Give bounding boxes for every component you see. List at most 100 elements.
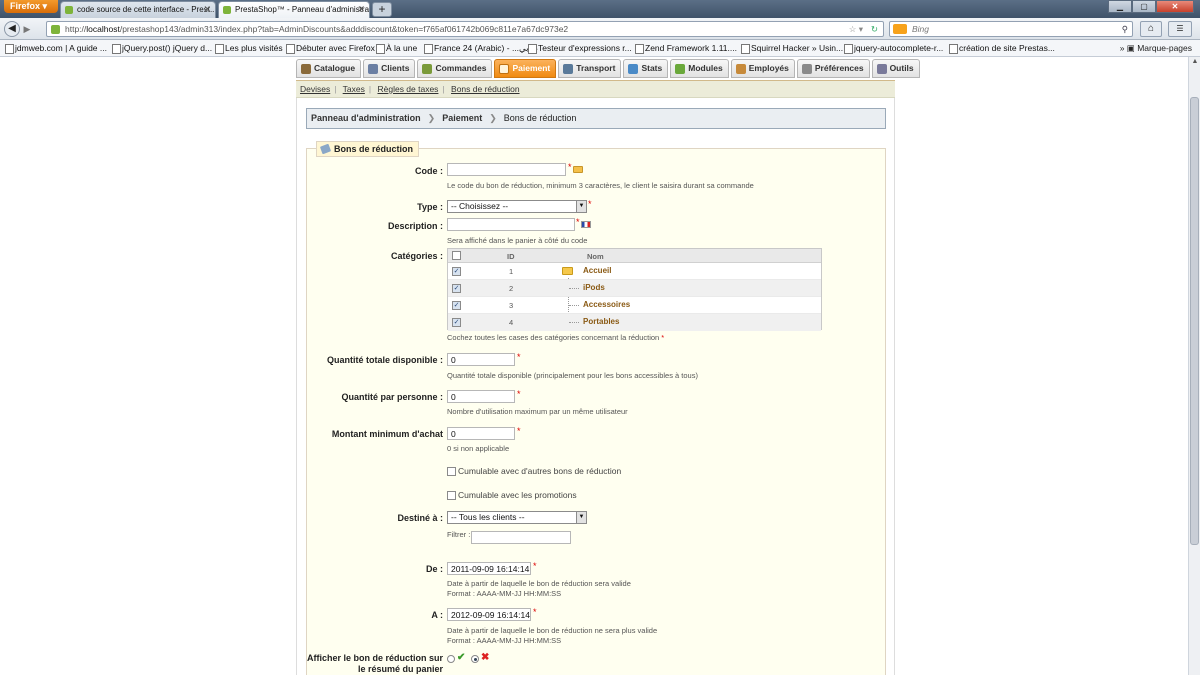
tab-transport[interactable]: Transport	[558, 59, 622, 78]
show-in-cart-yes-radio[interactable]	[447, 655, 455, 663]
quantity-total-input[interactable]	[447, 353, 515, 366]
show-in-cart-no-radio[interactable]	[471, 655, 479, 663]
tab-favicon-icon	[223, 6, 231, 14]
bookmark-item[interactable]: Zend Framework 1.11....	[634, 40, 737, 56]
category-checkbox[interactable]: ✓	[452, 318, 461, 327]
category-checkbox[interactable]: ✓	[452, 284, 461, 293]
code-input[interactable]	[447, 163, 566, 176]
url-bar[interactable]: http://localhost/prestashop143/admin313/…	[46, 21, 884, 37]
back-arrow-icon[interactable]: ◀	[4, 21, 20, 37]
category-name[interactable]: iPods	[583, 283, 605, 292]
subnav-bons-reduction[interactable]: Bons de réduction	[451, 84, 520, 94]
code-label: Code :	[415, 166, 443, 176]
maximize-icon[interactable]: ▢	[1132, 0, 1156, 13]
category-name[interactable]: Accessoires	[583, 300, 630, 309]
bookmark-item[interactable]: Testeur d'expressions r...	[527, 40, 632, 56]
language-flag-icon[interactable]	[581, 221, 591, 228]
bookmark-item[interactable]: création de site Prestas...	[948, 40, 1055, 56]
tab-catalogue[interactable]: Catalogue	[296, 59, 362, 78]
browser-tab-1[interactable]: code source de cette interface - Prest..…	[60, 1, 216, 18]
scroll-up-icon[interactable]: ▲	[1190, 58, 1200, 68]
reload-icon[interactable]: ↻	[871, 22, 878, 36]
bookmark-item[interactable]: jquery-autocomplete-r...	[843, 40, 943, 56]
tab-employes[interactable]: Employés	[730, 59, 795, 78]
minimize-icon[interactable]: ▁	[1108, 0, 1132, 13]
description-input[interactable]	[447, 218, 575, 231]
tab-outils[interactable]: Outils	[871, 59, 920, 78]
browser-tab-2[interactable]: PrestaShop™ - Panneau d'administra... ✕	[218, 1, 370, 18]
customer-select[interactable]: -- Tous les clients -- ▼	[447, 511, 587, 524]
customer-filter-input[interactable]	[471, 531, 571, 544]
tab-clients[interactable]: Clients	[363, 59, 416, 78]
generate-code-icon[interactable]	[573, 166, 583, 173]
category-checkbox[interactable]: ✓	[452, 267, 461, 276]
tab-modules[interactable]: Modules	[670, 59, 729, 78]
quantity-per-user-input[interactable]	[447, 390, 515, 403]
check-icon: ✔	[457, 652, 466, 663]
tab-preferences[interactable]: Préférences	[796, 59, 870, 78]
bookmark-item[interactable]: Squirrel Hacker » Usin...	[740, 40, 843, 56]
category-name[interactable]: Accueil	[583, 266, 611, 275]
subnav-taxes[interactable]: Taxes	[343, 84, 365, 94]
new-tab-button[interactable]: +	[372, 2, 392, 17]
type-select[interactable]: -- Choisissez -- ▼	[447, 200, 587, 213]
date-to-label: A :	[431, 610, 443, 620]
breadcrumb-root[interactable]: Panneau d'administration	[311, 113, 421, 123]
url-prefix: http://	[65, 24, 87, 34]
type-label: Type :	[417, 202, 443, 212]
bookmark-item[interactable]: À la une	[375, 40, 417, 56]
bookmark-item[interactable]: Débuter avec Firefox	[285, 40, 375, 56]
required-marker: *	[517, 352, 521, 362]
cumulable-promotions-label[interactable]: Cumulable avec les promotions	[458, 490, 577, 500]
subnav-devises[interactable]: Devises	[300, 84, 330, 94]
bookmark-item[interactable]: France 24 (Arabic) - ...عربي	[423, 40, 538, 56]
employees-icon	[735, 63, 746, 74]
search-engine-icon[interactable]	[893, 24, 907, 34]
bookmark-item[interactable]: jQuery.post() jQuery d...	[111, 40, 212, 56]
bookmark-item[interactable]: jdmweb.com | A guide ...	[4, 40, 107, 56]
browser-titlebar: Firefox ▾ code source de cette interface…	[0, 0, 1200, 18]
home-icon[interactable]: ⌂	[1140, 21, 1162, 37]
category-id: 3	[509, 301, 514, 310]
code-hint: Le code du bon de réduction, minimum 3 c…	[447, 181, 754, 190]
search-icon[interactable]: ⚲	[1122, 22, 1128, 36]
cumulable-vouchers-label[interactable]: Cumulable avec d'autres bons de réductio…	[458, 466, 621, 476]
category-name[interactable]: Portables	[583, 317, 619, 326]
firefox-menu-button[interactable]: Firefox ▾	[4, 0, 58, 13]
close-window-icon[interactable]: ✕	[1156, 0, 1194, 13]
close-tab-icon[interactable]: ✕	[357, 2, 365, 17]
tab-stats[interactable]: Stats	[623, 59, 669, 78]
date-from-input[interactable]	[447, 562, 531, 575]
admin-tabs: Catalogue Clients Commandes Paiement Tra…	[296, 59, 920, 80]
tab-paiement[interactable]: Paiement	[494, 59, 557, 78]
close-tab-icon[interactable]: ✕	[203, 2, 211, 17]
description-hint: Sera affiché dans le panier à côté du co…	[447, 236, 588, 245]
required-marker: *	[588, 199, 592, 209]
categories-hint: Cochez toutes les cases des catégories c…	[447, 333, 664, 342]
search-bar[interactable]: Bing ⚲	[889, 21, 1133, 37]
browser-navbar: ◀ ▶ http://localhost/prestashop143/admin…	[0, 18, 1200, 40]
table-row: ✓ 4 Portables	[448, 314, 821, 331]
select-all-checkbox[interactable]	[452, 251, 461, 260]
bookmark-item[interactable]: Les plus visités	[214, 40, 283, 56]
page-scrollbar[interactable]: ▲	[1188, 57, 1200, 675]
bookmark-star-icon[interactable]: ☆ ▾	[849, 22, 863, 36]
menu-icon[interactable]: ☰	[1168, 21, 1192, 37]
subnav-regles-taxes[interactable]: Règles de taxes	[377, 84, 438, 94]
cumulable-vouchers-checkbox[interactable]	[447, 467, 456, 476]
category-id: 4	[509, 318, 514, 327]
bookmarks-menu[interactable]: » ▣ Marque-pages	[1120, 40, 1192, 56]
forward-arrow-icon[interactable]: ▶	[20, 23, 34, 35]
scrollbar-thumb[interactable]	[1190, 97, 1199, 545]
category-checkbox[interactable]: ✓	[452, 301, 461, 310]
tab-commandes[interactable]: Commandes	[417, 59, 493, 78]
date-to-input[interactable]	[447, 608, 531, 621]
cumulable-promotions-checkbox[interactable]	[447, 491, 456, 500]
minimum-amount-input[interactable]	[447, 427, 515, 440]
breadcrumb-arrow-icon: ❯	[489, 113, 497, 123]
clients-icon	[368, 63, 379, 74]
breadcrumb-current: Bons de réduction	[503, 113, 577, 123]
tab-label: Employés	[748, 63, 789, 73]
filter-label: Filtrer :	[447, 530, 471, 539]
breadcrumb-section[interactable]: Paiement	[442, 113, 482, 123]
